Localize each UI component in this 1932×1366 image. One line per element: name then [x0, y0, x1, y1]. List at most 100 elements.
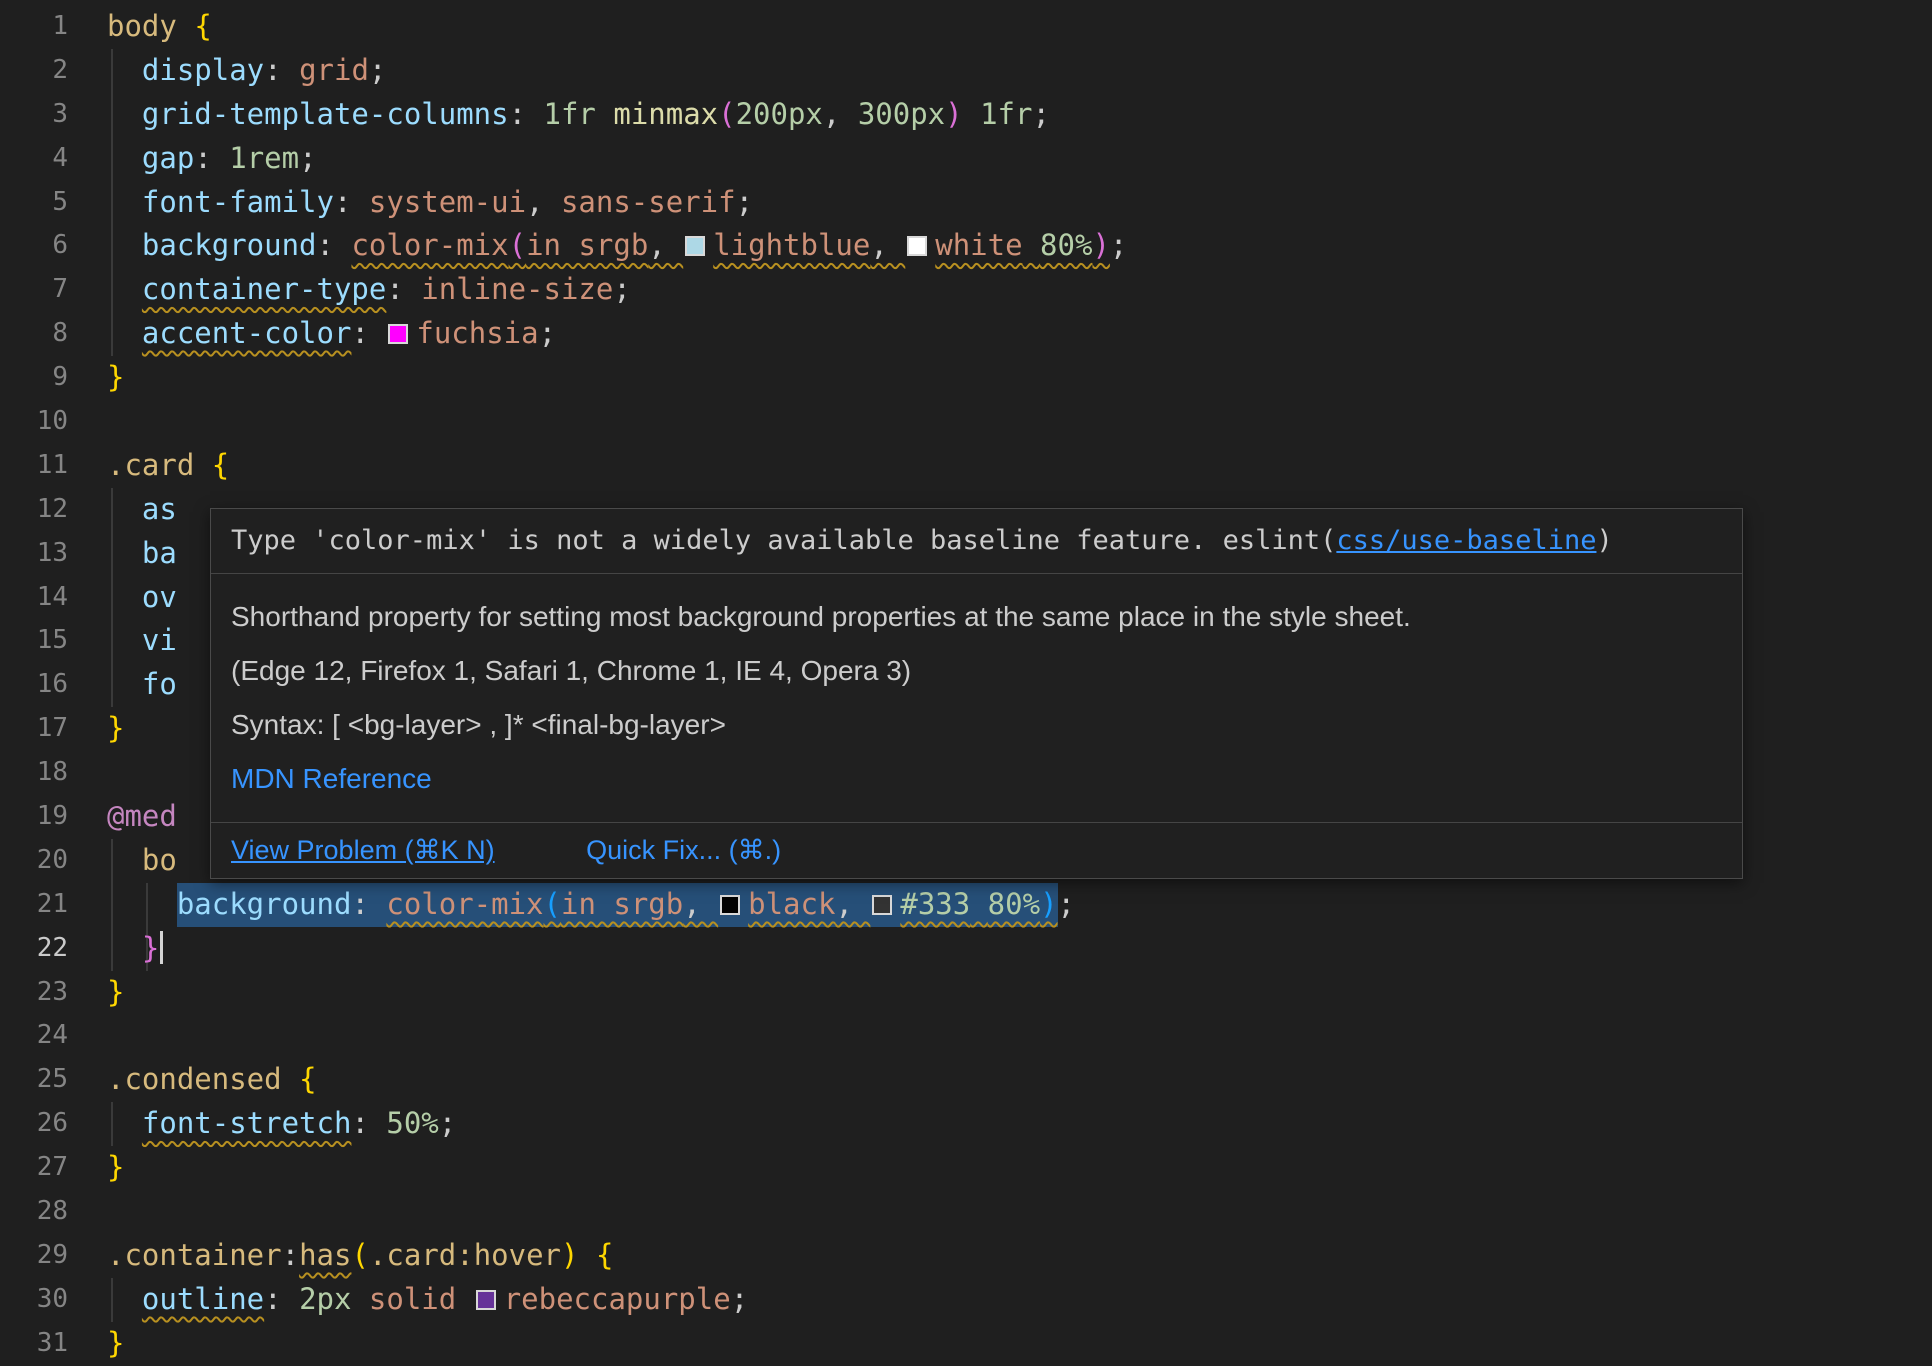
diagnostic-row: Type 'color-mix' is not a widely availab…: [211, 509, 1742, 573]
token: ov: [142, 580, 177, 614]
line-number[interactable]: 31: [0, 1322, 68, 1366]
line-number[interactable]: 10: [0, 400, 68, 444]
code-line[interactable]: background: color-mix(in srgb, black, #3…: [107, 883, 1932, 927]
code-line[interactable]: }: [107, 971, 1932, 1015]
line-number[interactable]: 18: [0, 751, 68, 795]
line-number[interactable]: 9: [0, 356, 68, 400]
line-number[interactable]: 27: [0, 1146, 68, 1190]
token: font-family: [142, 185, 334, 219]
token: font-stretch: [142, 1106, 352, 1140]
token: ;: [1032, 97, 1049, 131]
code-line[interactable]: .condensed {: [107, 1058, 1932, 1102]
line-number[interactable]: 28: [0, 1190, 68, 1234]
syntax-line: Syntax: [ <bg-layer> , ]* <final-bg-laye…: [231, 708, 1722, 742]
line-number-gutter: 1234567891011121314151617181920212223242…: [0, 5, 68, 1366]
code-line[interactable]: .card {: [107, 444, 1932, 488]
line-number[interactable]: 2: [0, 49, 68, 93]
line-number[interactable]: 8: [0, 312, 68, 356]
view-problem-action[interactable]: View Problem (⌘K N): [231, 835, 495, 865]
token: [282, 1062, 299, 1096]
indent: [107, 316, 142, 350]
token: (: [509, 228, 526, 262]
line-number[interactable]: 17: [0, 707, 68, 751]
line-number[interactable]: 13: [0, 532, 68, 576]
indent: [107, 492, 142, 526]
token: in srgb: [526, 228, 648, 262]
token: white: [935, 228, 1022, 262]
line-number[interactable]: 11: [0, 444, 68, 488]
line-number[interactable]: 30: [0, 1278, 68, 1322]
token: grid: [299, 53, 369, 87]
code-line[interactable]: outline: 2px solid rebeccapurple;: [107, 1278, 1932, 1322]
token: 80%: [1040, 228, 1092, 262]
eslint-rule-link[interactable]: css/use-baseline: [1336, 525, 1596, 556]
line-number[interactable]: 3: [0, 93, 68, 137]
token: as: [142, 492, 177, 526]
code-line[interactable]: font-stretch: 50%;: [107, 1102, 1932, 1146]
line-number[interactable]: 7: [0, 268, 68, 312]
line-number[interactable]: 26: [0, 1102, 68, 1146]
code-line[interactable]: display: grid;: [107, 49, 1932, 93]
token: 300px: [858, 97, 945, 131]
token: ,: [526, 185, 561, 219]
line-number[interactable]: 1: [0, 5, 68, 49]
code-line[interactable]: }: [107, 927, 1932, 971]
code-line[interactable]: [107, 400, 1932, 444]
token: background: [177, 887, 352, 921]
line-number[interactable]: 24: [0, 1014, 68, 1058]
token: system-ui: [369, 185, 526, 219]
token: ): [1092, 228, 1109, 262]
token: has: [299, 1238, 351, 1272]
quick-fix-action[interactable]: Quick Fix... (⌘.): [586, 835, 781, 865]
token: :: [351, 1106, 386, 1140]
color-swatch: [872, 895, 892, 915]
token: [596, 97, 613, 131]
code-line[interactable]: accent-color: fuchsia;: [107, 312, 1932, 356]
indent: [107, 667, 142, 701]
code-line[interactable]: [107, 1014, 1932, 1058]
token: :: [264, 53, 299, 87]
token: }: [142, 931, 159, 965]
line-number[interactable]: 14: [0, 576, 68, 620]
line-number[interactable]: 22: [0, 927, 68, 971]
line-number[interactable]: 6: [0, 224, 68, 268]
code-line[interactable]: .container:has(.card:hover) {: [107, 1234, 1932, 1278]
code-line[interactable]: gap: 1rem;: [107, 137, 1932, 181]
token: }: [107, 1326, 124, 1360]
code-line[interactable]: container-type: inline-size;: [107, 268, 1932, 312]
line-number[interactable]: 25: [0, 1058, 68, 1102]
token: {: [299, 1062, 316, 1096]
token: background: [142, 228, 317, 262]
code-line[interactable]: }: [107, 1322, 1932, 1366]
line-number[interactable]: 19: [0, 795, 68, 839]
code-line[interactable]: body {: [107, 5, 1932, 49]
token: bo: [142, 843, 177, 877]
line-number[interactable]: 16: [0, 663, 68, 707]
line-number[interactable]: 29: [0, 1234, 68, 1278]
code-line[interactable]: }: [107, 1146, 1932, 1190]
token: inline-size: [421, 272, 613, 306]
code-line[interactable]: grid-template-columns: 1fr minmax(200px,…: [107, 93, 1932, 137]
token: 200px: [736, 97, 823, 131]
line-number[interactable]: 15: [0, 619, 68, 663]
code-line[interactable]: background: color-mix(in srgb, lightblue…: [107, 224, 1932, 268]
token: :: [334, 185, 369, 219]
token: :: [317, 228, 352, 262]
token: [1023, 228, 1040, 262]
line-number[interactable]: 20: [0, 839, 68, 883]
diagnostic-message-suffix: ): [1596, 525, 1612, 556]
code-line[interactable]: [107, 1190, 1932, 1234]
line-number[interactable]: 23: [0, 971, 68, 1015]
code-line[interactable]: }: [107, 356, 1932, 400]
code-line[interactable]: font-family: system-ui, sans-serif;: [107, 181, 1932, 225]
token: ): [561, 1238, 578, 1272]
token: [351, 1282, 368, 1316]
indent: [107, 272, 142, 306]
code-editor: 1234567891011121314151617181920212223242…: [0, 0, 1932, 1358]
line-number[interactable]: 4: [0, 137, 68, 181]
line-number[interactable]: 21: [0, 883, 68, 927]
mdn-reference-link[interactable]: MDN Reference: [231, 763, 432, 794]
line-number[interactable]: 5: [0, 181, 68, 225]
token: ,: [870, 228, 905, 262]
line-number[interactable]: 12: [0, 488, 68, 532]
